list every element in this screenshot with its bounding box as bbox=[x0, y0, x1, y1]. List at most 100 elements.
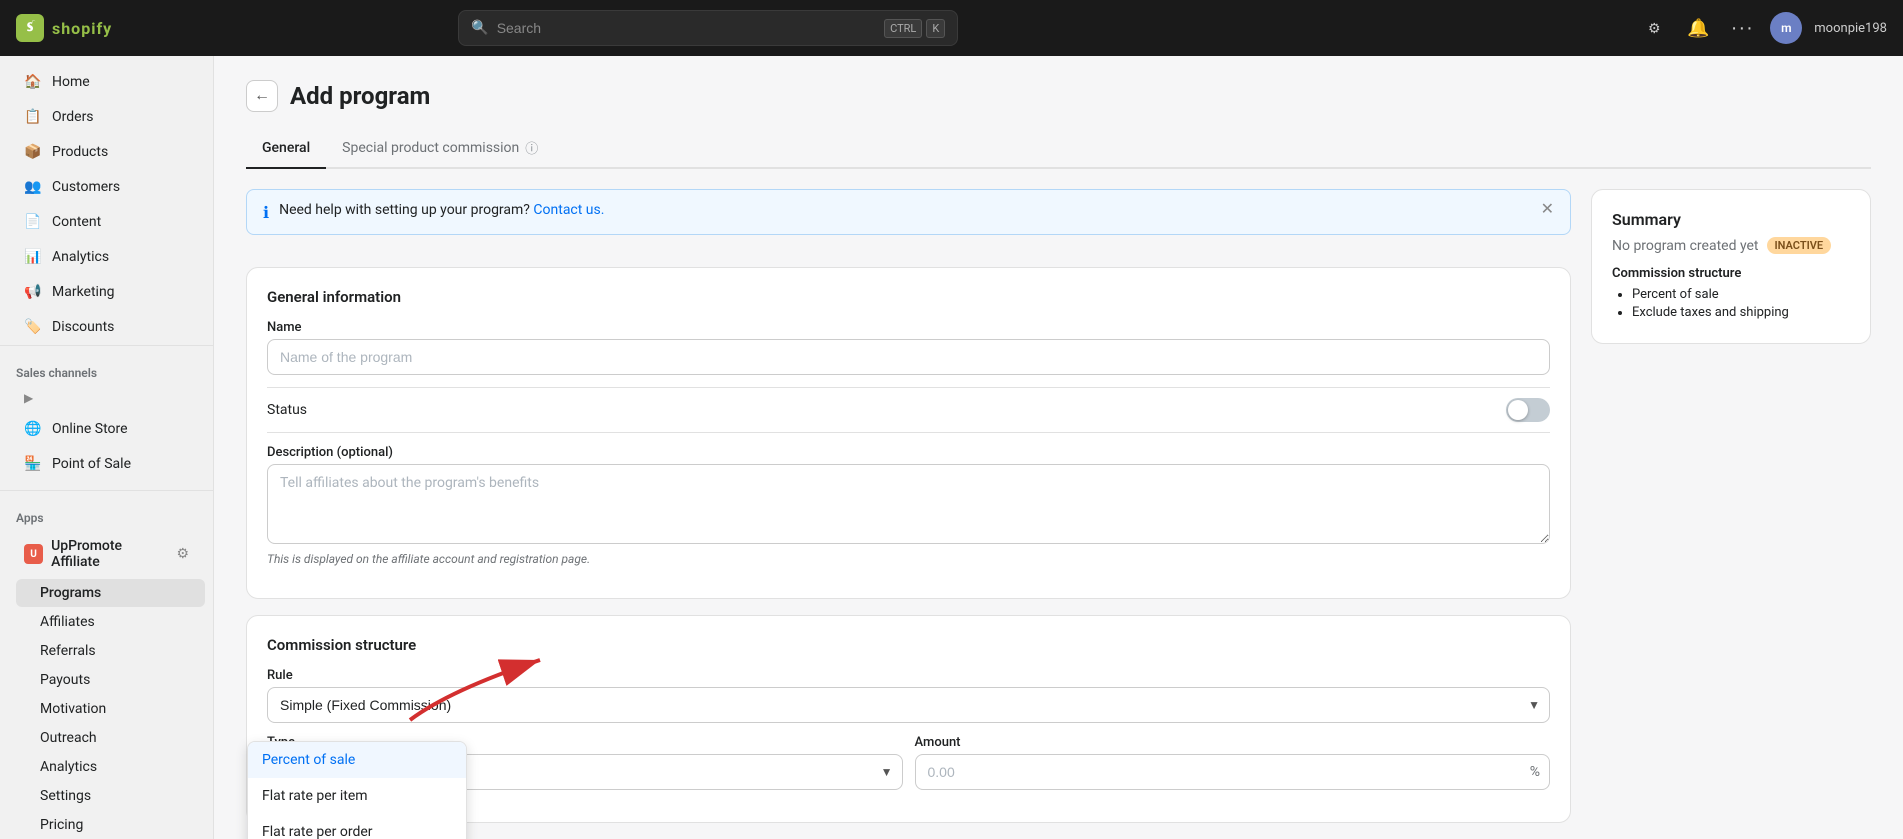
sidebar-item-discounts[interactable]: 🏷️ Discounts bbox=[8, 310, 205, 344]
sidebar-item-point-of-sale[interactable]: 🏪 Point of Sale bbox=[8, 447, 205, 481]
app-brand-uppromote[interactable]: U UpPromote Affiliate ⚙ bbox=[8, 530, 205, 578]
commission-title: Commission structure bbox=[267, 636, 1550, 654]
sidebar-item-label-orders: Orders bbox=[52, 109, 94, 125]
contact-us-link[interactable]: Contact us. bbox=[533, 202, 604, 218]
summary-commission-list: Percent of sale Exclude taxes and shippi… bbox=[1612, 287, 1850, 320]
status-toggle[interactable] bbox=[1506, 398, 1550, 422]
uppromote-icon: U bbox=[24, 544, 43, 564]
general-info-title: General information bbox=[267, 288, 1550, 306]
analytics-icon: 📊 bbox=[24, 248, 42, 266]
name-input[interactable] bbox=[267, 339, 1550, 375]
sub-item-outreach[interactable]: Outreach bbox=[16, 724, 205, 752]
rule-label: Rule bbox=[267, 668, 1550, 683]
app-brand-label: UpPromote Affiliate bbox=[51, 538, 168, 570]
amount-group: Amount % bbox=[915, 735, 1551, 790]
keyboard-hint: CTRL K bbox=[884, 19, 945, 38]
description-label: Description (optional) bbox=[267, 445, 1550, 460]
avatar-initials: m bbox=[1781, 21, 1791, 35]
sub-item-referrals-label: Referrals bbox=[40, 643, 96, 659]
sub-item-pricing-label: Pricing bbox=[40, 817, 83, 833]
name-label: Name bbox=[267, 320, 1550, 335]
user-avatar[interactable]: m bbox=[1770, 12, 1802, 44]
sub-item-motivation[interactable]: Motivation bbox=[16, 695, 205, 723]
search-icon: 🔍 bbox=[471, 20, 488, 36]
bell-icon-button[interactable]: 🔔 bbox=[1682, 12, 1714, 44]
no-program-text: No program created yet bbox=[1612, 238, 1759, 254]
rule-group: Rule Simple (Fixed Commission) ▼ bbox=[267, 668, 1550, 723]
sub-item-referrals[interactable]: Referrals bbox=[16, 637, 205, 665]
description-textarea[interactable] bbox=[267, 464, 1550, 544]
amount-input[interactable] bbox=[915, 754, 1551, 790]
description-help: This is displayed on the affiliate accou… bbox=[267, 552, 1550, 566]
app-sub-items: Programs Affiliates Referrals Payouts Mo… bbox=[0, 579, 213, 839]
sub-item-analytics-label: Analytics bbox=[40, 759, 97, 775]
app-settings-icon[interactable]: ⚙ bbox=[176, 546, 189, 562]
sub-item-affiliates[interactable]: Affiliates bbox=[16, 608, 205, 636]
summary-list-item-1: Percent of sale bbox=[1632, 287, 1850, 302]
apps-title: Apps bbox=[0, 499, 213, 529]
tab-general[interactable]: General bbox=[246, 128, 326, 169]
online-store-icon: 🌐 bbox=[24, 420, 42, 438]
shopify-text: shopify bbox=[52, 19, 112, 38]
apps-section: Apps U UpPromote Affiliate ⚙ Programs Af… bbox=[0, 490, 213, 839]
search-bar[interactable]: 🔍 CTRL K bbox=[458, 10, 958, 46]
point-of-sale-icon: 🏪 bbox=[24, 455, 42, 473]
sidebar-item-label-customers: Customers bbox=[52, 179, 120, 195]
sidebar-item-customers[interactable]: 👥 Customers bbox=[8, 170, 205, 204]
sidebar-item-analytics[interactable]: 📊 Analytics bbox=[8, 240, 205, 274]
more-options-button[interactable]: ··· bbox=[1726, 12, 1758, 44]
description-group: Description (optional) This is displayed… bbox=[267, 445, 1550, 566]
main-layout: 🏠 Home 📋 Orders 📦 Products 👥 Customers 📄… bbox=[0, 56, 1903, 839]
dropdown-item-flat-order[interactable]: Flat rate per order bbox=[248, 814, 466, 839]
dropdown-item-percent[interactable]: Percent of sale bbox=[248, 742, 466, 778]
sidebar-item-orders[interactable]: 📋 Orders bbox=[8, 100, 205, 134]
sidebar-item-marketing[interactable]: 📢 Marketing bbox=[8, 275, 205, 309]
commission-card: Commission structure Rule Simple (Fixed … bbox=[246, 615, 1571, 823]
sub-item-analytics-app[interactable]: Analytics bbox=[16, 753, 205, 781]
help-icon: ⓘ bbox=[525, 138, 538, 157]
tab-special-commission[interactable]: Special product commission ⓘ bbox=[326, 128, 554, 169]
dropdown-item-flat-item[interactable]: Flat rate per item bbox=[248, 778, 466, 814]
two-col-layout: ℹ Need help with setting up your program… bbox=[246, 189, 1871, 823]
back-button[interactable]: ← bbox=[246, 80, 278, 112]
side-column: Summary No program created yet INACTIVE … bbox=[1591, 189, 1871, 344]
home-icon: 🏠 bbox=[24, 73, 42, 91]
back-icon: ← bbox=[254, 87, 270, 105]
sidebar-item-online-store[interactable]: 🌐 Online Store bbox=[8, 412, 205, 446]
sidebar-item-label-pos: Point of Sale bbox=[52, 456, 131, 472]
sidebar-item-home[interactable]: 🏠 Home bbox=[8, 65, 205, 99]
ctrl-key: CTRL bbox=[884, 19, 922, 38]
sales-channels-expand[interactable]: ▶ bbox=[8, 385, 205, 411]
commission-structure-title: Commission structure bbox=[1612, 266, 1850, 281]
name-group: Name bbox=[267, 320, 1550, 375]
sub-item-settings-label: Settings bbox=[40, 788, 91, 804]
sub-item-programs-label: Programs bbox=[40, 585, 101, 601]
sub-item-settings[interactable]: Settings bbox=[16, 782, 205, 810]
orders-icon: 📋 bbox=[24, 108, 42, 126]
sub-item-payouts-label: Payouts bbox=[40, 672, 90, 688]
type-dropdown-menu: Percent of sale Flat rate per item Flat … bbox=[247, 741, 467, 839]
settings-icon-button[interactable]: ⚙ bbox=[1638, 12, 1670, 44]
sub-item-programs[interactable]: Programs bbox=[16, 579, 205, 607]
main-column: ℹ Need help with setting up your program… bbox=[246, 189, 1571, 823]
sidebar: 🏠 Home 📋 Orders 📦 Products 👥 Customers 📄… bbox=[0, 56, 214, 839]
status-toggle-row: Status bbox=[267, 388, 1550, 432]
alert-close-button[interactable]: ✕ bbox=[1541, 202, 1554, 218]
sub-item-pricing[interactable]: Pricing bbox=[16, 811, 205, 839]
sidebar-item-products[interactable]: 📦 Products bbox=[8, 135, 205, 169]
customers-icon: 👥 bbox=[24, 178, 42, 196]
search-input[interactable] bbox=[497, 20, 876, 36]
sub-item-motivation-label: Motivation bbox=[40, 701, 106, 717]
inactive-badge: INACTIVE bbox=[1767, 237, 1832, 254]
sidebar-item-content[interactable]: 📄 Content bbox=[8, 205, 205, 239]
summary-card: Summary No program created yet INACTIVE … bbox=[1591, 189, 1871, 344]
page-header: ← Add program bbox=[246, 80, 1871, 112]
rule-select[interactable]: Simple (Fixed Commission) bbox=[267, 687, 1550, 723]
sub-item-payouts[interactable]: Payouts bbox=[16, 666, 205, 694]
topbar: shopify 🔍 CTRL K ⚙ 🔔 ··· m moonpie198 bbox=[0, 0, 1903, 56]
discounts-icon: 🏷️ bbox=[24, 318, 42, 336]
sidebar-item-label-products: Products bbox=[52, 144, 108, 160]
amount-input-wrapper: % bbox=[915, 754, 1551, 790]
tabs-bar: General Special product commission ⓘ bbox=[246, 128, 1871, 169]
status-label: Status bbox=[267, 402, 307, 418]
